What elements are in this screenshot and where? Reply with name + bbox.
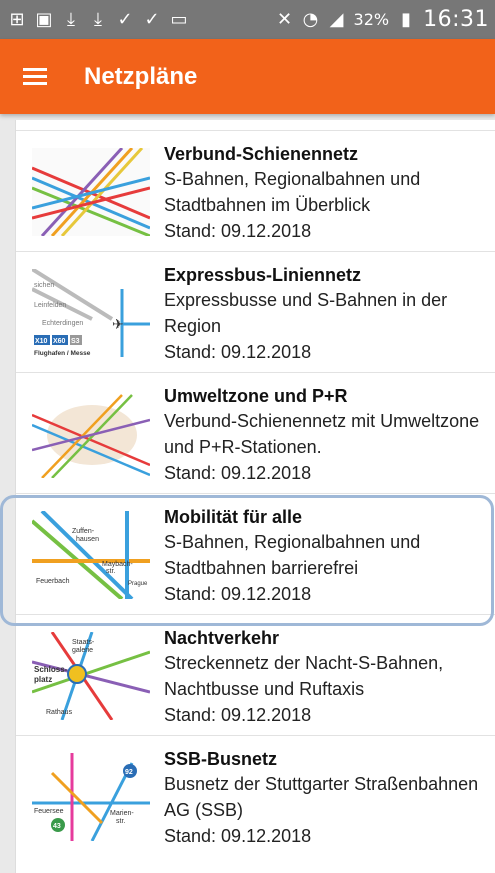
list-item[interactable]: 92 43 Feuersee Marien- str. SSB-Busnetz … xyxy=(16,735,495,856)
system-icons: ✕ ◔ ◢ 32% ▮ 16:31 xyxy=(276,0,489,39)
item-title: Expressbus-Liniennetz xyxy=(164,265,362,285)
item-date: Stand: 09.12.2018 xyxy=(164,463,312,483)
map-thumbnail: Staats- galerie Schloss- platz Rathaus xyxy=(32,632,150,720)
image-icon: ▣ xyxy=(35,9,53,30)
download-icon: ⤓ xyxy=(67,9,75,30)
thumb-label: 92 xyxy=(125,769,133,776)
thumb-label: Marien- xyxy=(110,810,134,817)
thumb-label: galerie xyxy=(72,647,93,654)
item-title: Umweltzone und P+R xyxy=(164,386,348,406)
page-title: Netzpläne xyxy=(84,62,198,90)
item-title: Mobilität für alle xyxy=(164,507,303,527)
item-date: Stand: 09.12.2018 xyxy=(164,342,312,362)
thumb-label: sichen xyxy=(34,282,54,289)
item-description: S-Bahnen, Regionalbahnen und Stadtbahnen… xyxy=(164,169,421,215)
list-item[interactable]: Staats- galerie Schloss- platz Rathaus N… xyxy=(16,614,495,735)
item-description: Busnetz der Stuttgarter Straßenbahnen AG… xyxy=(164,774,479,820)
list-item[interactable]: Verbund-Schienennetz S-Bahnen, Regionalb… xyxy=(16,130,495,251)
download-icon: ⤓ xyxy=(94,9,102,30)
check-icon: ✓ xyxy=(117,9,133,30)
mute-icon: ✕ xyxy=(276,9,293,30)
thumb-label: Feuerbach xyxy=(36,578,70,585)
message-icon: ▭ xyxy=(170,9,188,30)
svg-text:✈: ✈ xyxy=(112,317,124,333)
battery-icon: ▮ xyxy=(401,9,412,30)
thumb-label: Leinfelden xyxy=(34,302,66,309)
thumb-label: Schloss- xyxy=(34,665,68,674)
thumb-label: str. xyxy=(116,818,125,825)
item-title: SSB-Busnetz xyxy=(164,749,278,769)
notification-icons: ⊞ ▣ ⤓ ⤓ ✓ ✓ ▭ xyxy=(0,9,188,30)
thumb-label: Feuersee xyxy=(34,808,64,815)
battery-percent: 32% xyxy=(353,10,390,29)
map-thumbnail: Zuffen- hausen Maybach- str. Feuerbach P… xyxy=(32,511,150,599)
list-item[interactable]: Umweltzone und P+R Verbund-Schienennetz … xyxy=(16,372,495,493)
thumb-label: Flughafen / Messe xyxy=(34,350,91,357)
item-date: Stand: 09.12.2018 xyxy=(164,584,312,604)
status-bar: ⊞ ▣ ⤓ ⤓ ✓ ✓ ▭ ✕ ◔ ◢ 32% ▮ 16:31 xyxy=(0,0,495,39)
network-map-list[interactable]: Verbund-Schienennetz S-Bahnen, Regionalb… xyxy=(15,120,495,873)
add-box-icon: ⊞ xyxy=(9,9,25,30)
thumb-label: Echterdingen xyxy=(42,320,83,327)
item-date: Stand: 09.12.2018 xyxy=(164,826,312,846)
wifi-icon: ◔ xyxy=(302,9,319,30)
thumb-label: hausen xyxy=(76,536,99,543)
item-description: Streckennetz der Nacht-S-Bahnen, Nachtbu… xyxy=(164,653,444,699)
thumb-label: X60 xyxy=(53,338,66,345)
map-thumbnail xyxy=(32,148,150,236)
menu-button[interactable] xyxy=(0,39,70,114)
thumb-label: Rathaus xyxy=(46,709,73,716)
signal-icon: ◢ xyxy=(329,9,344,30)
check-icon: ✓ xyxy=(144,9,160,30)
clock: 16:31 xyxy=(423,7,489,32)
list-item[interactable]: sichen Leinfelden Echterdingen X10 X60 S… xyxy=(16,251,495,372)
hamburger-icon xyxy=(23,67,47,86)
thumb-label: Maybach- xyxy=(102,561,133,568)
item-title: Verbund-Schienennetz xyxy=(164,144,359,164)
app-bar: Netzpläne xyxy=(0,39,495,114)
map-thumbnail: sichen Leinfelden Echterdingen X10 X60 S… xyxy=(32,269,150,357)
map-thumbnail: 92 43 Feuersee Marien- str. xyxy=(32,753,150,841)
item-date: Stand: 09.12.2018 xyxy=(164,705,312,725)
thumb-label: Zuffen- xyxy=(72,528,95,535)
thumb-label: 43 xyxy=(53,823,61,830)
thumb-label: str. xyxy=(106,568,115,575)
map-thumbnail xyxy=(32,390,150,478)
thumb-label: platz xyxy=(34,675,52,684)
item-description: Expressbusse und S-Bahnen in der Region xyxy=(164,290,448,336)
thumb-label: Prague xyxy=(128,581,148,587)
thumb-label: Staats- xyxy=(72,639,95,646)
list-item[interactable]: Zuffen- hausen Maybach- str. Feuerbach P… xyxy=(16,493,495,614)
item-description: S-Bahnen, Regionalbahnen und Stadtbahnen… xyxy=(164,532,421,578)
thumb-label: X10 xyxy=(35,338,48,345)
item-title: Nachtverkehr xyxy=(164,628,280,648)
item-description: Verbund-Schienennetz mit Umweltzone und … xyxy=(164,411,480,457)
item-date: Stand: 09.12.2018 xyxy=(164,221,312,241)
thumb-label: S3 xyxy=(71,338,80,345)
